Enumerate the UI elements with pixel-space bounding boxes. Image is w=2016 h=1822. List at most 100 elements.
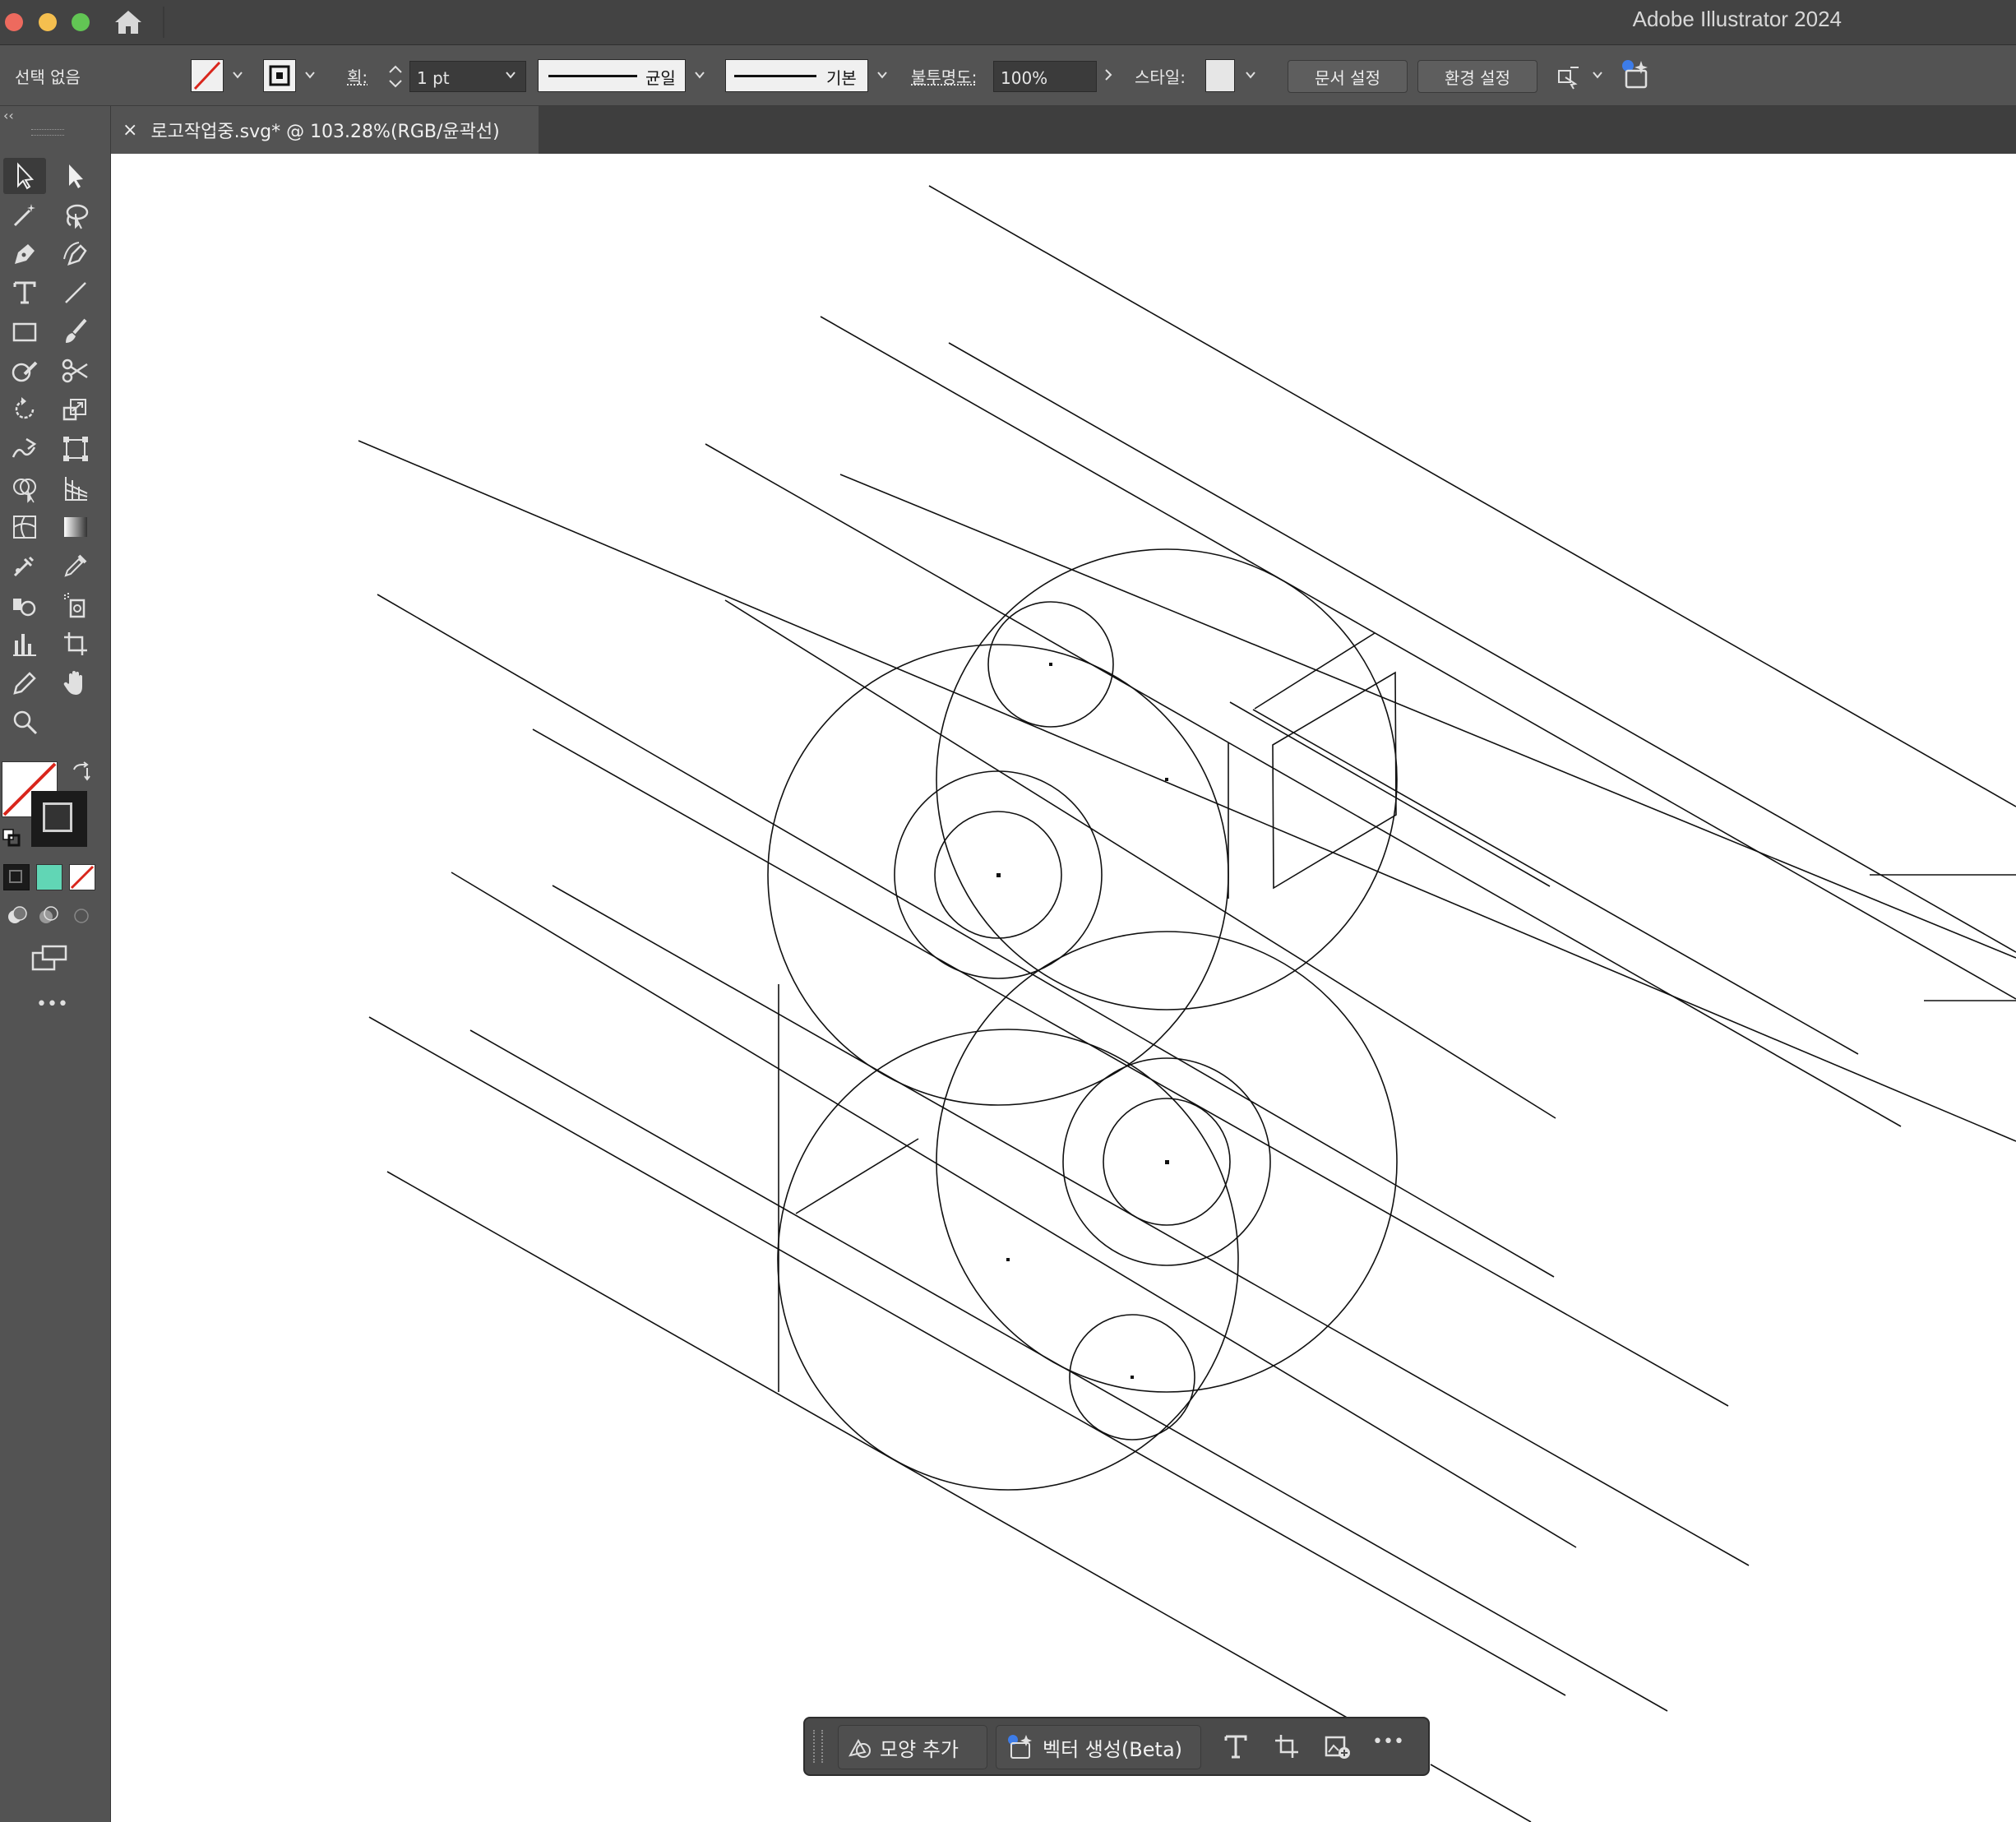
curvature-tool-icon[interactable] [54,236,97,272]
profile-line-icon [548,75,637,77]
preferences-button[interactable]: 환경 설정 [1417,60,1537,93]
screen-mode-icon[interactable] [30,943,69,973]
stroke-color-icon [269,65,290,86]
default-fill-stroke-icon[interactable] [2,828,21,848]
stroke-weight-value: 1 pt [417,68,450,88]
draw-behind-icon[interactable] [36,904,61,928]
color-mode-button[interactable] [3,864,30,890]
stepper-icon[interactable] [385,61,406,92]
selection-tool-icon[interactable] [3,158,46,194]
eyedropper-tool-icon[interactable] [54,548,97,584]
hand-tool-icon[interactable] [54,665,97,701]
rectangle-tool-icon[interactable] [3,313,46,349]
rotate-tool-icon[interactable] [3,391,46,428]
chevron-down-icon[interactable] [232,69,243,81]
line-segment-tool-icon[interactable] [54,275,97,311]
panel-collapse-button[interactable]: ‹‹ [3,108,14,123]
diagonal-guide-lines [358,185,2016,1822]
column-graph-tool-icon[interactable] [3,626,46,662]
gradient-mode-button[interactable] [36,864,62,890]
document-tab[interactable]: × 로고작업중.svg* @ 103.28%(RGB/윤곽선) [111,106,539,154]
generative-ai-icon [1008,1735,1032,1759]
magic-wand-tool-icon[interactable] [3,197,46,234]
stroke-label[interactable]: 획: [347,64,368,88]
eraser-pencil-tool-icon[interactable] [3,665,46,701]
stroke-profile-select[interactable]: 균일 [538,59,686,92]
chevron-down-icon[interactable] [876,69,888,81]
pen-tool-icon[interactable] [3,236,46,272]
none-fill-icon [193,61,221,90]
shaper-tool-icon[interactable] [3,353,46,389]
shape-builder-tool-icon[interactable] [3,470,46,506]
perspective-grid-tool-icon[interactable] [54,470,97,506]
add-image-icon[interactable] [1321,1730,1354,1763]
chevron-down-icon[interactable] [1592,69,1603,81]
paintbrush-tool-icon[interactable] [54,313,97,349]
draw-normal-icon[interactable] [5,904,30,928]
app-title: Adobe Illustrator 2024 [1632,7,1842,31]
crop-artboard-icon[interactable] [1270,1730,1303,1763]
none-icon [70,865,95,890]
opacity-value: 100% [1001,68,1048,88]
zoom-tool-icon[interactable] [3,704,46,740]
control-bar: 선택 없음 획: 1 pt 균일 기본 불투명도: 100% 스타일: 문서 설… [0,46,2016,106]
add-shape-button[interactable]: 모양 추가 [838,1725,987,1769]
none-mode-button[interactable] [69,864,95,890]
style-label: 스타일: [1135,67,1186,87]
construction-circles [767,548,1398,1491]
artboard-canvas[interactable] [111,154,2016,1822]
outline-artwork[interactable] [111,154,2016,1822]
title-separator [163,7,164,38]
stroke-color-box[interactable] [31,791,87,847]
stroke-inner-icon [43,802,72,832]
window-minimize-button[interactable] [39,13,57,31]
add-shape-label: 모양 추가 [880,1737,959,1761]
opacity-field[interactable]: 100% [993,61,1097,92]
chevron-down-icon[interactable] [304,69,316,81]
lasso-tool-icon[interactable] [54,197,97,234]
home-icon[interactable] [113,8,143,36]
scale-tool-icon[interactable] [54,391,97,428]
warp-tool-icon[interactable] [3,431,46,467]
panel-grip[interactable] [31,129,64,136]
direct-selection-tool-icon[interactable] [54,158,97,194]
generate-vector-button[interactable]: 벡터 생성(Beta) [996,1725,1201,1769]
free-transform-tool-icon[interactable] [54,431,97,467]
tools-panel: ‹‹ ••• [0,106,111,1822]
draw-inside-icon[interactable] [69,904,94,928]
artboard-tool-icon[interactable] [54,626,97,662]
opacity-label[interactable]: 불투명도: [911,64,977,88]
type-tool-icon[interactable] [3,275,46,311]
mesh-tool-icon[interactable] [3,509,46,545]
type-icon[interactable] [1219,1730,1252,1763]
document-tab-title: 로고작업중.svg* @ 103.28%(RGB/윤곽선) [150,122,500,142]
stroke-profile-value: 균일 [645,68,676,88]
selection-status: 선택 없음 [15,67,81,87]
stroke-swatch[interactable] [263,59,296,92]
shape-icon [848,1738,871,1758]
swap-fill-stroke-icon[interactable] [71,761,92,783]
symbol-sprayer-tool-icon[interactable] [3,587,46,623]
taskbar-grip[interactable] [813,1730,823,1763]
anchor-points [996,663,1169,1379]
more-tools-button[interactable]: ••• [36,994,68,1015]
more-options-button[interactable]: ••• [1372,1732,1404,1752]
fill-swatch[interactable] [191,59,224,92]
live-paint-tool-icon[interactable] [54,587,97,623]
window-close-button[interactable] [5,13,23,31]
brush-select[interactable]: 기본 [725,59,868,92]
style-swatch[interactable] [1205,59,1235,92]
chevron-down-icon[interactable] [505,69,516,81]
scissors-tool-icon[interactable] [54,353,97,389]
window-zoom-button[interactable] [72,13,90,31]
document-setup-button[interactable]: 문서 설정 [1288,60,1408,93]
tab-close-icon[interactable]: × [123,120,137,141]
eyedropper-blend-icon[interactable] [3,548,46,584]
align-icon[interactable] [1554,62,1584,92]
gradient-tool-icon[interactable] [54,509,97,545]
title-bar: Adobe Illustrator 2024 [0,0,2016,45]
chevron-down-icon[interactable] [694,69,705,81]
chevron-right-icon[interactable] [1102,67,1115,82]
chevron-down-icon[interactable] [1245,69,1256,81]
generative-ai-icon[interactable] [1620,58,1653,92]
